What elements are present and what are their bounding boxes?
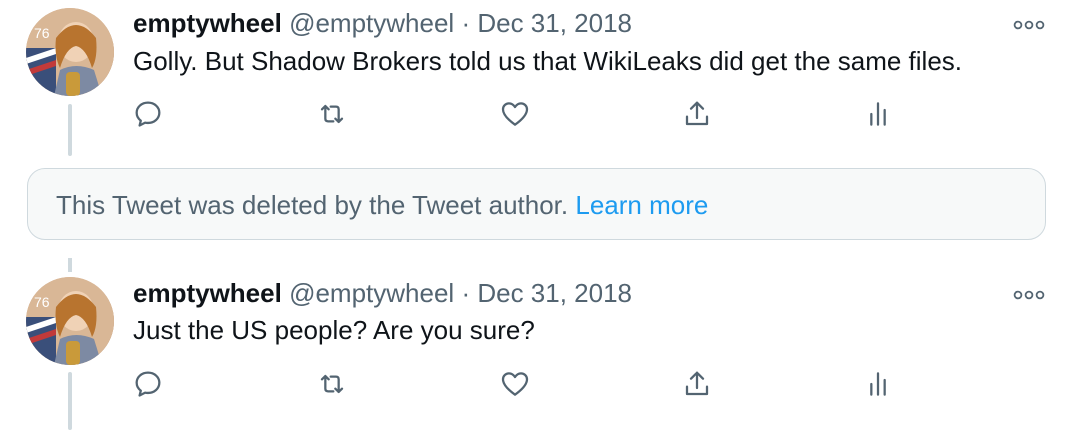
separator: ·	[461, 8, 471, 38]
share-button[interactable]	[677, 94, 717, 134]
tweet-1[interactable]: 76 emptywheel @emptywheel · Dec 31, 2018…	[0, 0, 1076, 160]
analytics-button[interactable]	[858, 94, 898, 134]
reply-button[interactable]	[128, 94, 168, 134]
share-icon	[685, 371, 709, 396]
action-bar	[0, 364, 1076, 404]
like-icon	[501, 102, 529, 126]
retweet-icon	[320, 104, 344, 124]
retweet-icon	[320, 374, 344, 394]
deleted-notice-text: This Tweet was deleted by the Tweet auth…	[56, 189, 708, 221]
action-bar	[0, 94, 1076, 134]
tweet-header: emptywheel @emptywheel · Dec 31, 2018	[133, 8, 632, 38]
retweet-button[interactable]	[312, 364, 352, 404]
display-name[interactable]: emptywheel	[133, 8, 282, 38]
learn-more-link[interactable]: Learn more	[575, 190, 708, 220]
reply-button[interactable]	[128, 364, 168, 404]
like-button[interactable]	[495, 94, 535, 134]
tweet-2[interactable]: 76 emptywheel @emptywheel · Dec 31, 2018…	[0, 270, 1076, 430]
deleted-tweet-notice: This Tweet was deleted by the Tweet auth…	[27, 168, 1046, 240]
more-icon[interactable]	[1012, 288, 1046, 300]
user-handle[interactable]: @emptywheel	[289, 278, 454, 308]
analytics-icon	[870, 102, 886, 126]
avatar[interactable]: 76	[26, 277, 114, 365]
tweet-text: Just the US people? Are you sure?	[133, 315, 535, 345]
tweet-text: Golly. But Shadow Brokers told us that W…	[133, 46, 963, 76]
tweet-header: emptywheel @emptywheel · Dec 31, 2018	[133, 278, 632, 308]
more-icon[interactable]	[1012, 18, 1046, 30]
analytics-button[interactable]	[858, 364, 898, 404]
analytics-icon	[870, 372, 886, 396]
like-button[interactable]	[495, 364, 535, 404]
share-button[interactable]	[677, 364, 717, 404]
separator: ·	[461, 278, 471, 308]
reply-icon	[135, 101, 161, 127]
display-name[interactable]: emptywheel	[133, 278, 282, 308]
user-handle[interactable]: @emptywheel	[289, 8, 454, 38]
svg-text:76: 76	[34, 25, 50, 41]
svg-text:76: 76	[34, 294, 50, 310]
deleted-notice-message: This Tweet was deleted by the Tweet auth…	[56, 190, 569, 220]
avatar[interactable]: 76	[26, 8, 114, 96]
share-icon	[685, 101, 709, 126]
tweet-date[interactable]: Dec 31, 2018	[477, 8, 632, 38]
retweet-button[interactable]	[312, 94, 352, 134]
tweet-date[interactable]: Dec 31, 2018	[477, 278, 632, 308]
like-icon	[501, 372, 529, 396]
reply-icon	[135, 371, 161, 397]
